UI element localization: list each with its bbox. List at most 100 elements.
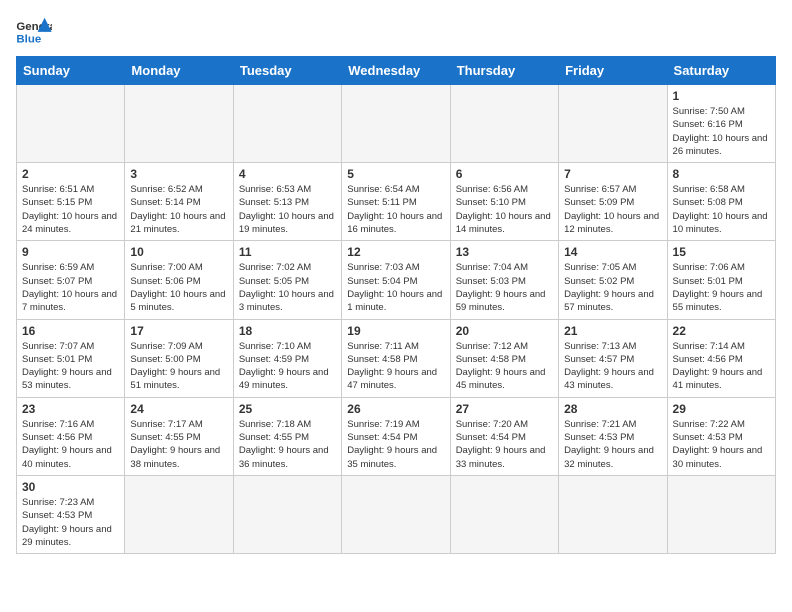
calendar-cell: 22Sunrise: 7:14 AM Sunset: 4:56 PM Dayli… — [667, 319, 775, 397]
day-number: 14 — [564, 245, 661, 259]
day-number: 3 — [130, 167, 227, 181]
day-info: Sunrise: 7:04 AM Sunset: 5:03 PM Dayligh… — [456, 261, 553, 314]
calendar-cell: 4 Sunrise: 6:53 AM Sunset: 5:13 PM Daylig… — [233, 163, 341, 241]
day-number: 16 — [22, 324, 119, 338]
day-info: Sunrise: 6:54 AM Sunset: 5:11 PM Dayligh… — [347, 183, 444, 236]
calendar-cell: 2 Sunrise: 6:51 AM Sunset: 5:15 PM Daylig… — [17, 163, 125, 241]
calendar-cell: 27Sunrise: 7:20 AM Sunset: 4:54 PM Dayli… — [450, 397, 558, 475]
calendar-cell — [559, 475, 667, 553]
day-info: Sunrise: 7:14 AM Sunset: 4:56 PM Dayligh… — [673, 340, 770, 393]
week-row-5: 30 Sunrise: 7:23 AM Sunset: 4:53 PM Dayli… — [17, 475, 776, 553]
day-number: 19 — [347, 324, 444, 338]
calendar-cell: 10Sunrise: 7:00 AM Sunset: 5:06 PM Dayli… — [125, 241, 233, 319]
day-number: 23 — [22, 402, 119, 416]
day-info: Sunrise: 7:17 AM Sunset: 4:55 PM Dayligh… — [130, 418, 227, 471]
day-number: 20 — [456, 324, 553, 338]
day-number: 21 — [564, 324, 661, 338]
weekday-header-saturday: Saturday — [667, 57, 775, 85]
day-info: Sunrise: 7:11 AM Sunset: 4:58 PM Dayligh… — [347, 340, 444, 393]
calendar-cell — [450, 475, 558, 553]
calendar-cell: 24Sunrise: 7:17 AM Sunset: 4:55 PM Dayli… — [125, 397, 233, 475]
day-number: 4 — [239, 167, 336, 181]
day-number: 15 — [673, 245, 770, 259]
day-number: 2 — [22, 167, 119, 181]
day-info: Sunrise: 6:53 AM Sunset: 5:13 PM Dayligh… — [239, 183, 336, 236]
day-info: Sunrise: 6:52 AM Sunset: 5:14 PM Dayligh… — [130, 183, 227, 236]
day-number: 12 — [347, 245, 444, 259]
calendar-cell: 23 Sunrise: 7:16 AM Sunset: 4:56 PM Dayli… — [17, 397, 125, 475]
calendar-cell — [233, 475, 341, 553]
weekday-header-thursday: Thursday — [450, 57, 558, 85]
calendar-cell: 12Sunrise: 7:03 AM Sunset: 5:04 PM Dayli… — [342, 241, 450, 319]
week-row-0: 1 Sunrise: 7:50 AM Sunset: 6:16 PM Daylig… — [17, 85, 776, 163]
calendar-cell: 29 Sunrise: 7:22 AM Sunset: 4:53 PM Dayli… — [667, 397, 775, 475]
day-number: 30 — [22, 480, 119, 494]
day-info: Sunrise: 7:16 AM Sunset: 4:56 PM Dayligh… — [22, 418, 119, 471]
calendar-cell — [342, 85, 450, 163]
header: General Blue — [16, 16, 776, 46]
day-info: Sunrise: 7:02 AM Sunset: 5:05 PM Dayligh… — [239, 261, 336, 314]
day-number: 18 — [239, 324, 336, 338]
calendar-cell: 26Sunrise: 7:19 AM Sunset: 4:54 PM Dayli… — [342, 397, 450, 475]
day-number: 1 — [673, 89, 770, 103]
calendar-cell: 5 Sunrise: 6:54 AM Sunset: 5:11 PM Daylig… — [342, 163, 450, 241]
calendar-cell: 8 Sunrise: 6:58 AM Sunset: 5:08 PM Daylig… — [667, 163, 775, 241]
day-number: 10 — [130, 245, 227, 259]
day-info: Sunrise: 6:59 AM Sunset: 5:07 PM Dayligh… — [22, 261, 119, 314]
calendar-cell: 11 Sunrise: 7:02 AM Sunset: 5:05 PM Dayli… — [233, 241, 341, 319]
calendar-cell: 6Sunrise: 6:56 AM Sunset: 5:10 PM Daylig… — [450, 163, 558, 241]
day-info: Sunrise: 7:06 AM Sunset: 5:01 PM Dayligh… — [673, 261, 770, 314]
calendar-cell: 14 Sunrise: 7:05 AM Sunset: 5:02 PM Dayli… — [559, 241, 667, 319]
calendar-cell: 16 Sunrise: 7:07 AM Sunset: 5:01 PM Dayli… — [17, 319, 125, 397]
day-number: 29 — [673, 402, 770, 416]
day-number: 8 — [673, 167, 770, 181]
calendar-cell — [17, 85, 125, 163]
calendar-cell: 20 Sunrise: 7:12 AM Sunset: 4:58 PM Dayli… — [450, 319, 558, 397]
logo-icon: General Blue — [16, 16, 52, 46]
calendar-cell: 18Sunrise: 7:10 AM Sunset: 4:59 PM Dayli… — [233, 319, 341, 397]
week-row-4: 23 Sunrise: 7:16 AM Sunset: 4:56 PM Dayli… — [17, 397, 776, 475]
calendar-cell — [125, 85, 233, 163]
calendar-cell: 17Sunrise: 7:09 AM Sunset: 5:00 PM Dayli… — [125, 319, 233, 397]
calendar-cell — [125, 475, 233, 553]
day-info: Sunrise: 7:21 AM Sunset: 4:53 PM Dayligh… — [564, 418, 661, 471]
day-info: Sunrise: 7:23 AM Sunset: 4:53 PM Dayligh… — [22, 496, 119, 549]
weekday-header-friday: Friday — [559, 57, 667, 85]
calendar: SundayMondayTuesdayWednesdayThursdayFrid… — [16, 56, 776, 554]
day-info: Sunrise: 7:12 AM Sunset: 4:58 PM Dayligh… — [456, 340, 553, 393]
day-number: 13 — [456, 245, 553, 259]
day-info: Sunrise: 7:13 AM Sunset: 4:57 PM Dayligh… — [564, 340, 661, 393]
day-info: Sunrise: 7:22 AM Sunset: 4:53 PM Dayligh… — [673, 418, 770, 471]
day-info: Sunrise: 7:05 AM Sunset: 5:02 PM Dayligh… — [564, 261, 661, 314]
day-info: Sunrise: 7:07 AM Sunset: 5:01 PM Dayligh… — [22, 340, 119, 393]
calendar-cell: 21 Sunrise: 7:13 AM Sunset: 4:57 PM Dayli… — [559, 319, 667, 397]
day-info: Sunrise: 7:50 AM Sunset: 6:16 PM Dayligh… — [673, 105, 770, 158]
calendar-cell — [342, 475, 450, 553]
day-number: 25 — [239, 402, 336, 416]
day-number: 5 — [347, 167, 444, 181]
calendar-cell: 3 Sunrise: 6:52 AM Sunset: 5:14 PM Daylig… — [125, 163, 233, 241]
calendar-cell: 1 Sunrise: 7:50 AM Sunset: 6:16 PM Daylig… — [667, 85, 775, 163]
day-number: 26 — [347, 402, 444, 416]
weekday-header-sunday: Sunday — [17, 57, 125, 85]
day-number: 11 — [239, 245, 336, 259]
calendar-cell — [450, 85, 558, 163]
day-number: 28 — [564, 402, 661, 416]
day-info: Sunrise: 7:09 AM Sunset: 5:00 PM Dayligh… — [130, 340, 227, 393]
calendar-cell: 25Sunrise: 7:18 AM Sunset: 4:55 PM Dayli… — [233, 397, 341, 475]
svg-text:Blue: Blue — [16, 33, 41, 45]
day-number: 9 — [22, 245, 119, 259]
day-info: Sunrise: 6:51 AM Sunset: 5:15 PM Dayligh… — [22, 183, 119, 236]
week-row-3: 16 Sunrise: 7:07 AM Sunset: 5:01 PM Dayli… — [17, 319, 776, 397]
calendar-cell — [233, 85, 341, 163]
day-number: 7 — [564, 167, 661, 181]
weekday-header-row: SundayMondayTuesdayWednesdayThursdayFrid… — [17, 57, 776, 85]
day-info: Sunrise: 6:58 AM Sunset: 5:08 PM Dayligh… — [673, 183, 770, 236]
calendar-cell: 9 Sunrise: 6:59 AM Sunset: 5:07 PM Daylig… — [17, 241, 125, 319]
calendar-cell: 7Sunrise: 6:57 AM Sunset: 5:09 PM Daylig… — [559, 163, 667, 241]
week-row-1: 2 Sunrise: 6:51 AM Sunset: 5:15 PM Daylig… — [17, 163, 776, 241]
day-info: Sunrise: 7:20 AM Sunset: 4:54 PM Dayligh… — [456, 418, 553, 471]
calendar-cell — [559, 85, 667, 163]
logo: General Blue — [16, 16, 52, 46]
calendar-cell — [667, 475, 775, 553]
